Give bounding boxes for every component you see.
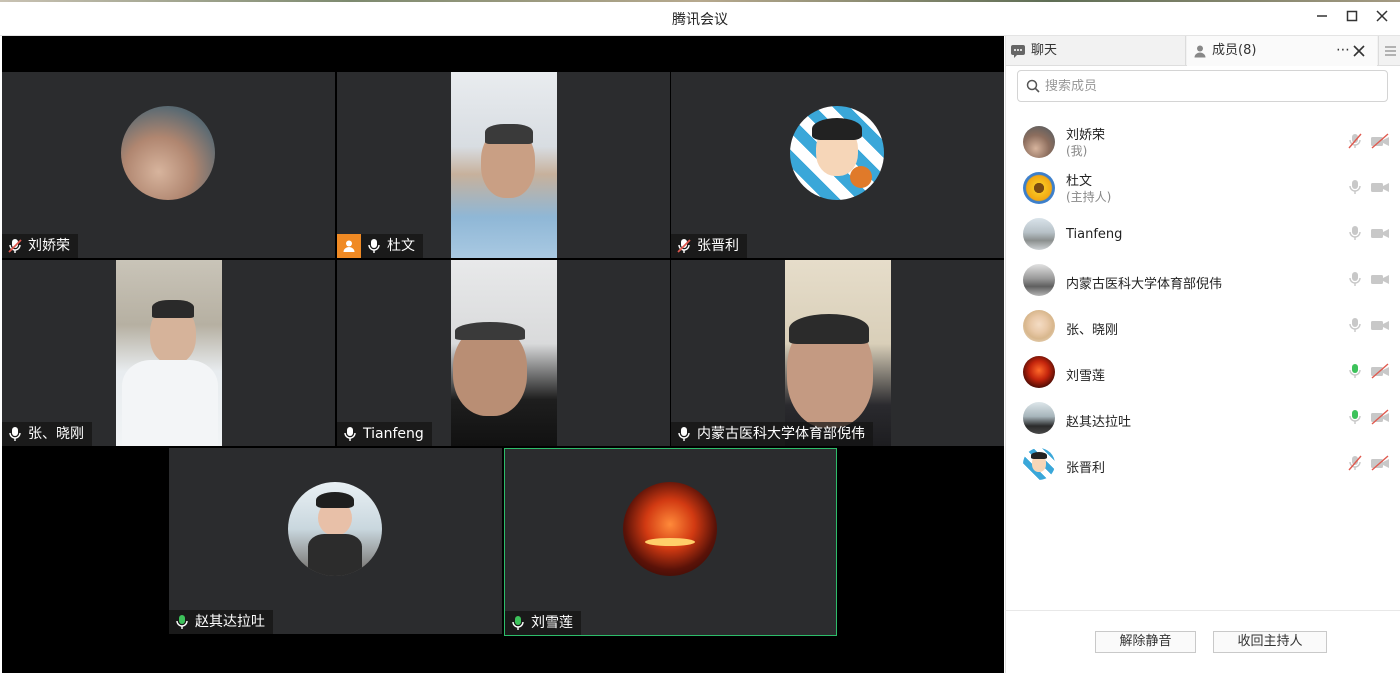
camera-icon[interactable] xyxy=(1370,179,1390,195)
camera-icon[interactable] xyxy=(1370,317,1390,333)
close-window-button[interactable] xyxy=(1372,8,1392,28)
member-row[interactable]: 张、晓刚 xyxy=(1006,304,1400,350)
close-icon xyxy=(1376,10,1388,22)
member-row[interactable]: 刘娇荣 (我) xyxy=(1006,120,1400,166)
search-input[interactable] xyxy=(1045,78,1365,94)
member-avatar xyxy=(1023,218,1055,250)
mic-icon xyxy=(9,427,21,441)
maximize-icon xyxy=(1346,10,1358,22)
video-tile-liu-jiaorong[interactable]: 刘娇荣 xyxy=(2,72,335,258)
minimize-button[interactable] xyxy=(1312,8,1332,28)
participant-video-feed xyxy=(116,260,222,446)
mic-muted-icon[interactable] xyxy=(1346,132,1364,150)
video-tile-zhang-xiaogang[interactable]: 张、晓刚 xyxy=(2,260,335,446)
minimize-icon xyxy=(1317,15,1327,17)
menu-icon xyxy=(1384,46,1396,56)
video-tile-tianfeng[interactable]: Tianfeng xyxy=(337,260,670,446)
member-avatar xyxy=(1023,126,1055,158)
maximize-button[interactable] xyxy=(1342,8,1362,28)
member-avatar xyxy=(1023,448,1055,480)
reclaim-host-button[interactable]: 收回主持人 xyxy=(1213,631,1327,653)
member-row[interactable]: 刘雪莲 xyxy=(1006,350,1400,396)
person-icon xyxy=(1194,45,1206,58)
host-person-icon xyxy=(343,240,355,252)
participant-avatar xyxy=(288,482,382,576)
tab-chat[interactable]: 聊天 xyxy=(1006,36,1186,66)
tile-name-label: 刘雪莲 xyxy=(505,611,581,635)
mic-speaking-icon xyxy=(512,616,524,630)
panel-footer: 解除静音 收回主持人 xyxy=(1006,610,1400,673)
participant-video-feed xyxy=(785,260,891,446)
mic-speaking-icon[interactable] xyxy=(1346,362,1364,380)
member-row[interactable]: 杜文 (主持人) xyxy=(1006,166,1400,212)
video-tile-liu-xuelian[interactable]: 刘雪莲 xyxy=(504,448,837,636)
mic-icon[interactable] xyxy=(1346,270,1364,288)
participant-avatar xyxy=(623,482,717,576)
mic-muted-icon xyxy=(8,239,22,253)
video-tile-zhang-jinli[interactable]: 张晋利 xyxy=(671,72,1004,258)
member-avatar xyxy=(1023,172,1055,204)
panel-menu-button[interactable] xyxy=(1378,36,1400,66)
tile-name-label: 张、晓刚 xyxy=(2,422,92,446)
tile-name-label: 刘娇荣 xyxy=(2,234,78,258)
camera-off-icon[interactable] xyxy=(1370,363,1390,379)
camera-off-icon[interactable] xyxy=(1370,133,1390,149)
mic-icon[interactable] xyxy=(1346,316,1364,334)
member-row[interactable]: 内蒙古医科大学体育部倪伟 xyxy=(1006,258,1400,304)
participant-avatar xyxy=(790,106,884,200)
tile-name-label: 张晋利 xyxy=(671,234,747,258)
mic-icon[interactable] xyxy=(1346,224,1364,242)
participant-avatar xyxy=(121,106,215,200)
members-panel: 聊天 成员(8) ⋯ 刘娇荣 (我) 杜文 (主持人) xyxy=(1005,36,1400,673)
chat-icon xyxy=(1011,45,1025,58)
camera-icon[interactable] xyxy=(1370,225,1390,241)
title-bar: 腾讯会议 xyxy=(0,0,1400,36)
mic-icon[interactable] xyxy=(1346,178,1364,196)
camera-off-icon[interactable] xyxy=(1370,409,1390,425)
mic-speaking-icon xyxy=(176,615,188,629)
close-panel-button[interactable] xyxy=(1353,36,1365,66)
host-badge xyxy=(337,234,361,258)
video-tile-du-wen[interactable]: 杜文 xyxy=(337,72,670,258)
mic-icon xyxy=(678,427,690,441)
member-avatar xyxy=(1023,310,1055,342)
tile-name-label: Tianfeng xyxy=(337,422,432,446)
member-search[interactable] xyxy=(1017,70,1388,102)
mic-muted-icon xyxy=(677,239,691,253)
tile-name-label: 赵其达拉吐 xyxy=(169,610,273,634)
camera-icon[interactable] xyxy=(1370,271,1390,287)
mic-icon xyxy=(368,239,380,253)
mic-speaking-icon[interactable] xyxy=(1346,408,1364,426)
camera-off-icon[interactable] xyxy=(1370,455,1390,471)
member-avatar xyxy=(1023,264,1055,296)
member-row[interactable]: 张晋利 xyxy=(1006,442,1400,488)
window-title: 腾讯会议 xyxy=(672,12,728,28)
search-icon xyxy=(1026,79,1040,93)
close-icon xyxy=(1353,45,1365,57)
mic-icon xyxy=(344,427,356,441)
participant-video-feed xyxy=(451,260,557,446)
video-grid: 刘娇荣 杜文 张晋利 张、晓刚 Tianfeng 内蒙古医科大学体育部倪伟 赵其… xyxy=(2,36,1004,673)
video-tile-ni-wei[interactable]: 内蒙古医科大学体育部倪伟 xyxy=(671,260,1004,446)
member-row[interactable]: Tianfeng xyxy=(1006,212,1400,258)
mic-muted-icon[interactable] xyxy=(1346,454,1364,472)
more-options-button[interactable]: ⋯ xyxy=(1336,36,1350,66)
panel-tabs: 聊天 成员(8) ⋯ xyxy=(1006,36,1400,66)
window-top-strip xyxy=(0,0,1400,2)
video-tile-zhao-qidalatu[interactable]: 赵其达拉吐 xyxy=(169,448,502,634)
participant-video-feed xyxy=(451,72,557,258)
unmute-all-button[interactable]: 解除静音 xyxy=(1095,631,1196,653)
member-avatar xyxy=(1023,356,1055,388)
member-row[interactable]: 赵其达拉吐 xyxy=(1006,396,1400,442)
tile-name-label: 杜文 xyxy=(337,234,423,258)
member-avatar xyxy=(1023,402,1055,434)
tile-name-label: 内蒙古医科大学体育部倪伟 xyxy=(671,422,873,446)
